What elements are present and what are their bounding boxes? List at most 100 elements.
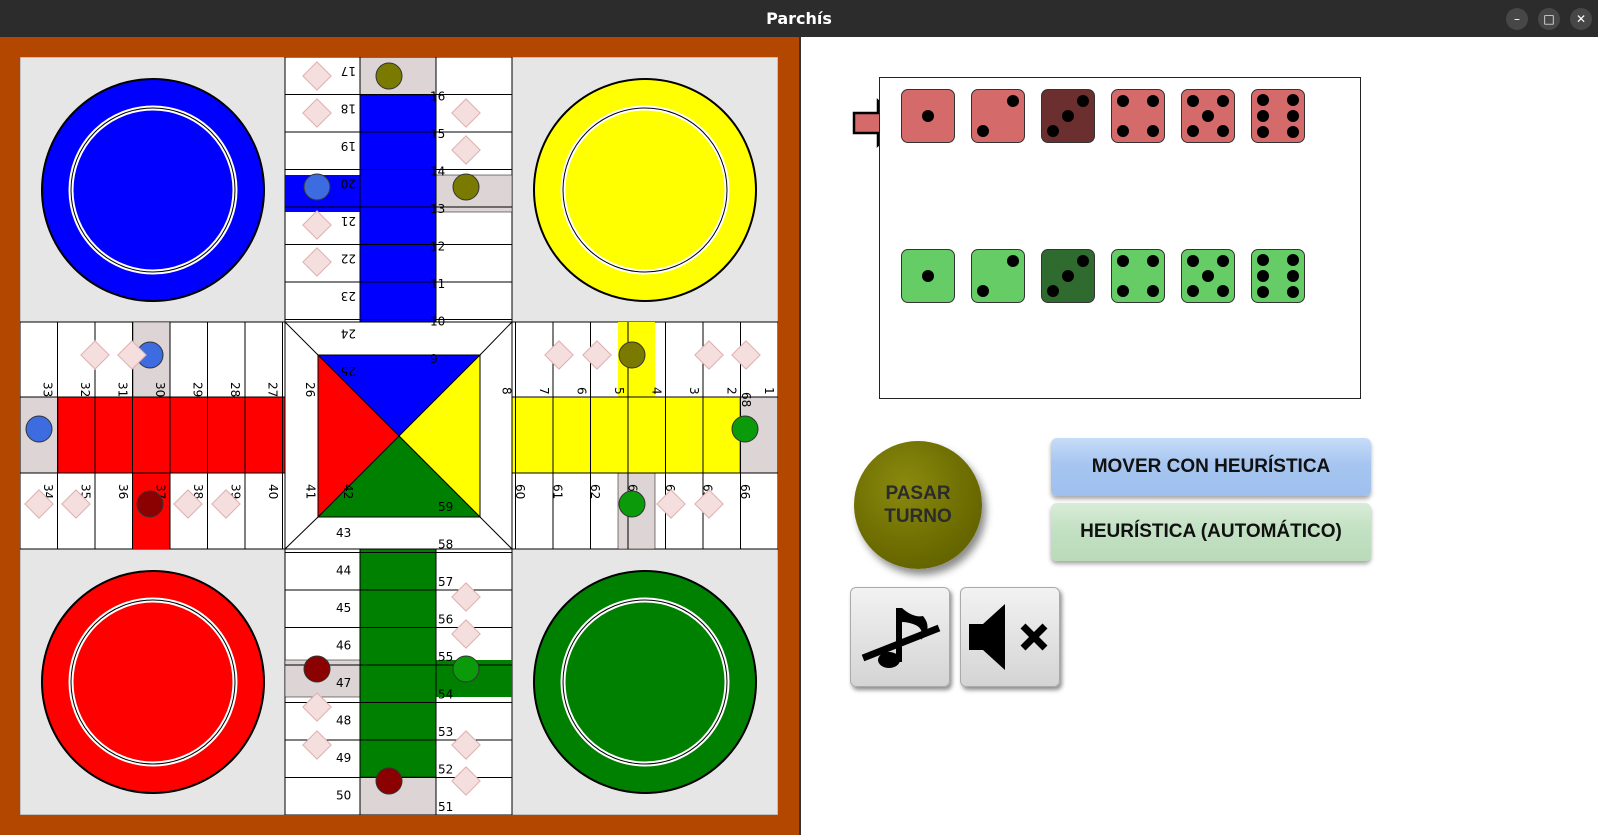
track-number-17: 17 (341, 64, 356, 78)
blue-piece (25, 415, 53, 443)
die-pip (1256, 126, 1269, 139)
track-number-6: 6 (575, 387, 589, 395)
track-number-3: 3 (687, 387, 701, 395)
die-pip (1062, 270, 1074, 282)
track-number-61: 61 (551, 484, 565, 499)
pass-turn-button[interactable]: PASAR TURNO (854, 441, 982, 569)
track-number-66: 66 (738, 484, 752, 499)
die-pip (1287, 110, 1300, 122)
track-number-62: 62 (588, 484, 602, 499)
track-number-7: 7 (537, 387, 551, 395)
die-pip (1287, 270, 1300, 282)
die-pip (1147, 94, 1160, 107)
track-number-33: 33 (41, 382, 55, 397)
die-pip (1116, 125, 1129, 138)
yellow-piece (452, 173, 480, 201)
track-number-27: 27 (266, 382, 280, 397)
red-piece (375, 767, 403, 795)
track-number-36: 36 (116, 484, 130, 499)
die-pip (922, 110, 934, 122)
track-number-47: 47 (336, 676, 351, 690)
die-pip (922, 270, 934, 282)
track-number-44: 44 (336, 564, 351, 578)
sound-toggle-button[interactable] (960, 587, 1060, 687)
track-number-52: 52 (438, 763, 453, 777)
dice-panel (879, 77, 1361, 399)
die-pip (1186, 125, 1199, 138)
track-number-26: 26 (303, 382, 317, 397)
window-title: Parchís (766, 9, 832, 28)
track-number-23: 23 (341, 289, 356, 303)
red-die-2[interactable] (971, 89, 1025, 143)
track-number-25: 25 (341, 364, 356, 378)
die-pip (1116, 254, 1129, 267)
pass-turn-label-1: PASAR (885, 483, 951, 504)
green-die-2[interactable] (971, 249, 1025, 303)
die-pip (1147, 125, 1160, 138)
track-number-68: 68 (739, 392, 753, 407)
track-number-24: 24 (341, 327, 356, 341)
red-die-3[interactable] (1041, 89, 1095, 143)
red-die-5[interactable] (1181, 89, 1235, 143)
die-pip (1147, 285, 1160, 298)
die-pip (1046, 285, 1059, 298)
window-titlebar: Parchís – □ ✕ (0, 0, 1598, 37)
track-number-51: 51 (438, 800, 453, 814)
red-die-4[interactable] (1111, 89, 1165, 143)
red-piece (303, 655, 331, 683)
track-number-40: 40 (266, 484, 280, 499)
heuristic-auto-button[interactable]: HEURÍSTICA (AUTOMÁTICO) (1051, 503, 1371, 561)
die-pip (1256, 270, 1269, 282)
minimize-button[interactable]: – (1506, 8, 1528, 30)
die-pip (1007, 254, 1020, 267)
track-number-31: 31 (116, 382, 130, 397)
green-die-5[interactable] (1181, 249, 1235, 303)
track-number-29: 29 (191, 382, 205, 397)
track-number-48: 48 (336, 714, 351, 728)
track-number-50: 50 (336, 789, 351, 803)
die-pip (1077, 254, 1090, 267)
red-die-1[interactable] (901, 89, 955, 143)
blue-home-outer (41, 78, 265, 302)
die-pip (1217, 94, 1230, 107)
die-pip (1116, 285, 1129, 298)
close-button[interactable]: ✕ (1570, 8, 1592, 30)
green-die-3[interactable] (1041, 249, 1095, 303)
track-number-4: 4 (650, 387, 664, 395)
yellow-corridor (480, 397, 740, 473)
track-number-20: 20 (341, 177, 356, 191)
die-pip (1217, 254, 1230, 267)
track-number-60: 60 (513, 484, 527, 499)
track-number-43: 43 (336, 526, 351, 540)
parchis-board[interactable]: 1234567891011121314151617181920212223242… (20, 57, 778, 815)
track-number-9: 9 (430, 352, 438, 366)
die-pip (1077, 94, 1090, 107)
red-piece (136, 490, 164, 518)
divider (799, 37, 801, 835)
track-number-1: 1 (762, 387, 776, 395)
move-heuristic-button[interactable]: MOVER CON HEURÍSTICA (1051, 438, 1371, 496)
track-number-53: 53 (438, 725, 453, 739)
track-number-15: 15 (430, 127, 445, 141)
green-home-outer (533, 570, 757, 794)
die-pip (1186, 254, 1199, 267)
die-pip (1217, 285, 1230, 298)
red-corridor (58, 397, 318, 473)
track-number-45: 45 (336, 601, 351, 615)
green-die-6[interactable] (1251, 249, 1305, 303)
green-piece (452, 655, 480, 683)
die-pip (1202, 110, 1214, 122)
die-pip (976, 285, 989, 298)
die-pip (1287, 286, 1300, 299)
red-die-6[interactable] (1251, 89, 1305, 143)
track-number-55: 55 (438, 650, 453, 664)
music-toggle-button[interactable] (850, 587, 950, 687)
track-number-41: 41 (304, 484, 318, 499)
track-number-30: 30 (153, 382, 167, 397)
track-number-32: 32 (78, 382, 92, 397)
green-die-1[interactable] (901, 249, 955, 303)
green-die-4[interactable] (1111, 249, 1165, 303)
blue-corridor (360, 95, 436, 355)
die-pip (1217, 125, 1230, 138)
maximize-button[interactable]: □ (1538, 8, 1560, 30)
